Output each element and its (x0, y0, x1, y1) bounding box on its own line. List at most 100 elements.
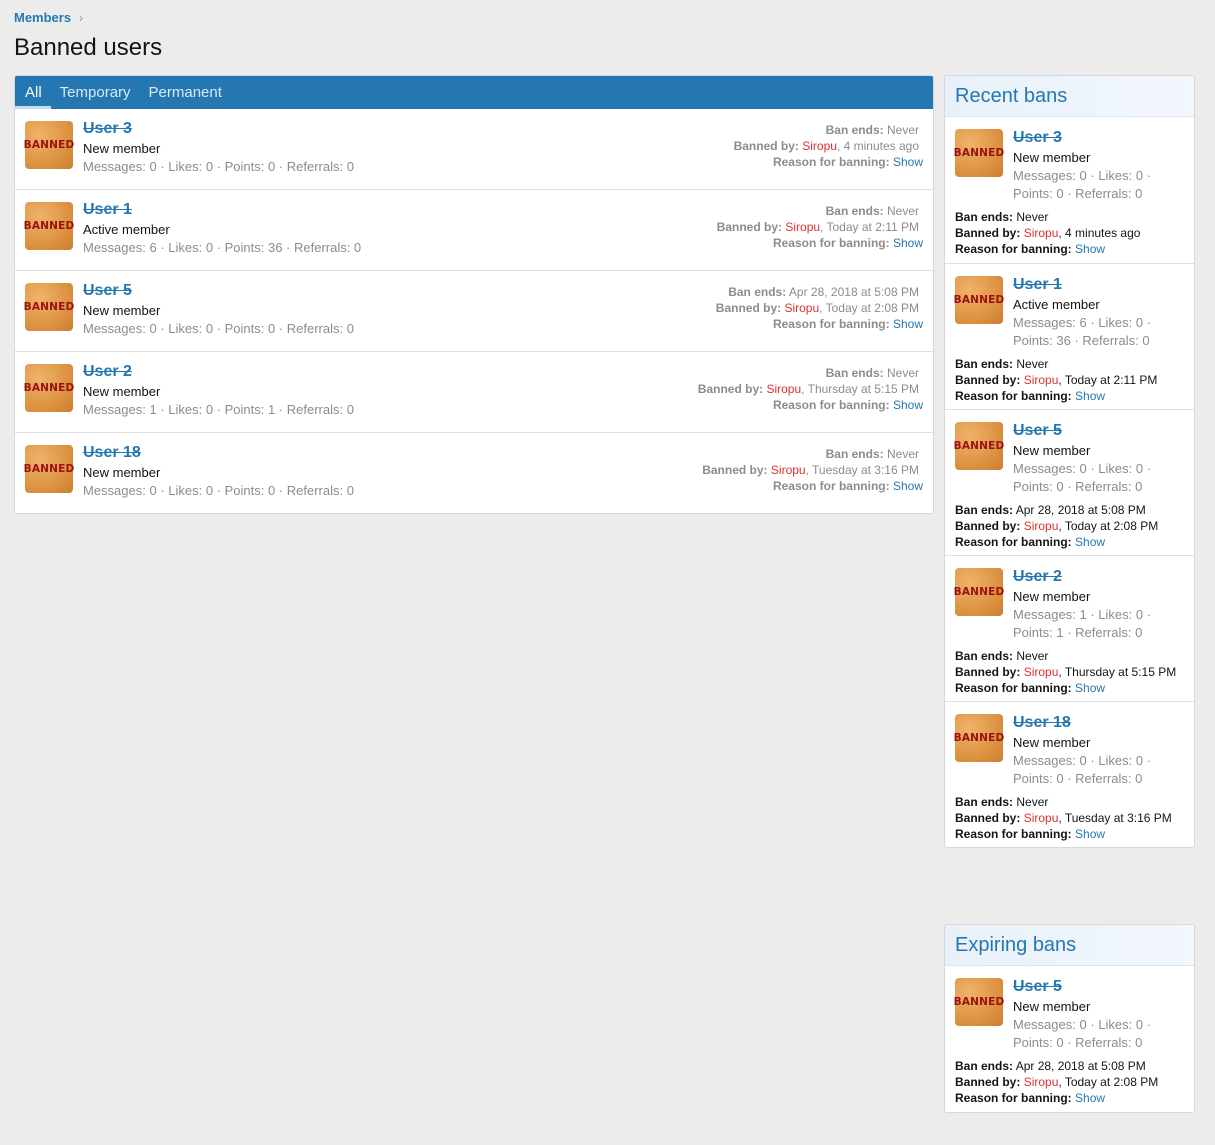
banned-avatar[interactable]: BANNED (953, 714, 1005, 762)
banned-time: , Today at 2:11 PM (1058, 373, 1158, 387)
reason-show-link[interactable]: Show (893, 155, 923, 169)
banned-by-user-link[interactable]: Siropu (771, 463, 806, 477)
banned-by-user-link[interactable]: Siropu (1024, 811, 1059, 825)
expiring-bans-widget: Expiring bans BANNED User 5 New member M… (944, 924, 1195, 1113)
reason-label: Reason for banning: (772, 317, 890, 331)
ban-ends-label: Ban ends: (955, 503, 1014, 517)
reason-show-link[interactable]: Show (1075, 1091, 1105, 1105)
banned-users-list: All Temporary Permanent BANNED User 3 Ne… (14, 75, 934, 514)
banned-by-label: Banned by: (955, 665, 1021, 679)
tab-permanent[interactable]: Permanent (140, 76, 231, 109)
banned-user-row: BANNED User 18 New member Messages: 0 · … (15, 432, 933, 513)
ban-ends-label: Ban ends: (955, 210, 1014, 224)
username-link[interactable]: User 1 (1013, 276, 1151, 294)
banned-avatar[interactable]: BANNED (24, 202, 74, 250)
banned-by-user-link[interactable]: Siropu (1024, 665, 1059, 679)
user-stats-line2: Points: 36 · Referrals: 0 (1013, 333, 1150, 348)
ban-details: Ban ends: Never Banned by: Siropu, Thurs… (698, 365, 923, 413)
reason-label: Reason for banning: (955, 242, 1072, 256)
ban-details: Ban ends: Never Banned by: Siropu, Tuesd… (702, 446, 923, 494)
reason-show-link[interactable]: Show (893, 398, 923, 412)
username-link[interactable]: User 5 (1013, 978, 1151, 996)
username-link[interactable]: User 3 (1013, 129, 1151, 147)
banned-time: , Today at 2:08 PM (1058, 519, 1159, 533)
user-stats: Messages: 1 · Likes: 0 · Points: 1 · Ref… (83, 402, 354, 417)
reason-show-link[interactable]: Show (893, 479, 923, 493)
recent-bans-title: Recent bans (945, 76, 1194, 117)
banned-by-user-link[interactable]: Siropu (784, 301, 819, 315)
banned-by-user-link[interactable]: Siropu (785, 220, 820, 234)
ban-ends-label: Ban ends: (825, 204, 884, 218)
banned-avatar-text: BANNED (23, 139, 75, 151)
banned-by-user-link[interactable]: Siropu (1024, 226, 1059, 240)
banned-by-user-link[interactable]: Siropu (802, 139, 837, 153)
banned-time: , 4 minutes ago (836, 139, 919, 153)
reason-show-link[interactable]: Show (1075, 827, 1105, 841)
banned-user-row: BANNED User 5 New member Messages: 0 · L… (15, 270, 933, 351)
reason-label: Reason for banning: (955, 535, 1072, 549)
banned-by-user-link[interactable]: Siropu (1024, 1075, 1059, 1089)
username-link[interactable]: User 18 (83, 444, 354, 462)
username-link[interactable]: User 18 (1013, 714, 1151, 732)
reason-label: Reason for banning: (955, 1091, 1072, 1105)
banned-avatar-text: BANNED (953, 586, 1005, 598)
breadcrumb-members-link[interactable]: Members (14, 10, 71, 25)
reason-label: Reason for banning: (955, 389, 1072, 403)
banned-avatar[interactable]: BANNED (954, 276, 1004, 324)
side-ban-item: BANNED User 3 New member Messages: 0 · L… (945, 117, 1194, 263)
reason-show-link[interactable]: Show (893, 317, 923, 331)
username-link[interactable]: User 2 (83, 363, 354, 381)
user-title: New member (1013, 735, 1091, 750)
reason-show-link[interactable]: Show (893, 236, 923, 250)
reason-show-link[interactable]: Show (1075, 389, 1105, 403)
banned-avatar[interactable]: BANNED (24, 445, 74, 493)
banned-time: , Today at 2:11 PM (820, 220, 919, 234)
banned-by-label: Banned by: (716, 220, 783, 234)
reason-show-link[interactable]: Show (1075, 242, 1105, 256)
reason-label: Reason for banning: (955, 681, 1072, 695)
banned-by-user-link[interactable]: Siropu (766, 382, 801, 396)
ban-ends-label: Ban ends: (825, 123, 884, 137)
user-stats: Messages: 0 · Likes: 0 · Points: 0 · Ref… (83, 483, 354, 498)
reason-show-link[interactable]: Show (1075, 681, 1105, 695)
banned-avatar[interactable]: BANNED (954, 422, 1004, 470)
username-link[interactable]: User 2 (1013, 568, 1151, 586)
ban-ends-label: Ban ends: (825, 366, 884, 380)
breadcrumb: Members › (14, 10, 83, 25)
ban-ends-label: Ban ends: (955, 357, 1014, 371)
expiring-bans-title: Expiring bans (945, 925, 1194, 966)
tab-temporary[interactable]: Temporary (51, 76, 140, 109)
user-stats-line1: Messages: 0 · Likes: 0 · (1013, 168, 1151, 183)
ban-ends-value: Apr 28, 2018 at 5:08 PM (1015, 503, 1146, 517)
banned-avatar[interactable]: BANNED (954, 978, 1004, 1026)
banned-avatar[interactable]: BANNED (24, 283, 74, 331)
reason-label: Reason for banning: (772, 236, 890, 250)
username-link[interactable]: User 3 (83, 120, 354, 138)
user-stats-line1: Messages: 0 · Likes: 0 · (1013, 753, 1151, 768)
banned-by-user-link[interactable]: Siropu (1024, 519, 1059, 533)
user-title: New member (83, 465, 161, 480)
user-title: New member (83, 303, 161, 318)
username-link[interactable]: User 5 (1013, 422, 1151, 440)
banned-by-label: Banned by: (955, 373, 1021, 387)
username-link[interactable]: User 5 (83, 282, 354, 300)
banned-time: , Thursday at 5:15 PM (1058, 665, 1177, 679)
ban-ends-value: Apr 28, 2018 at 5:08 PM (1015, 1059, 1146, 1073)
ban-ends-value: Never (1016, 210, 1049, 224)
banned-by-user-link[interactable]: Siropu (1024, 373, 1059, 387)
ban-details: Ban ends: Never Banned by: Siropu, 4 min… (955, 209, 1184, 257)
user-stats-line1: Messages: 0 · Likes: 0 · (1013, 461, 1151, 476)
ban-ends-label: Ban ends: (728, 285, 787, 299)
user-stats-line2: Points: 0 · Referrals: 0 (1013, 771, 1143, 786)
banned-avatar[interactable]: BANNED (23, 121, 75, 169)
banned-avatar[interactable]: BANNED (954, 129, 1004, 177)
banned-avatar[interactable]: BANNED (24, 364, 74, 412)
tab-all[interactable]: All (15, 76, 51, 109)
banned-avatar-text: BANNED (953, 732, 1005, 744)
ban-ends-label: Ban ends: (955, 795, 1014, 809)
reason-show-link[interactable]: Show (1075, 535, 1105, 549)
user-title: New member (83, 141, 161, 156)
banned-avatar[interactable]: BANNED (953, 568, 1005, 616)
username-link[interactable]: User 1 (83, 201, 361, 219)
side-ban-item: BANNED User 1 Active member Messages: 6 … (945, 263, 1194, 409)
